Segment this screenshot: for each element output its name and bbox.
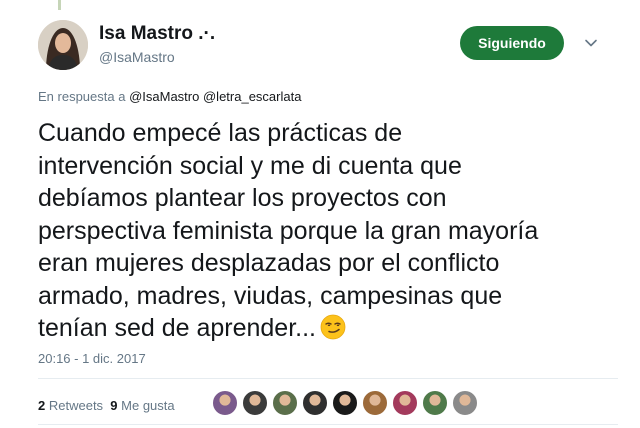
- author-name[interactable]: Isa Mastro .·.: [99, 23, 215, 45]
- tweet-timestamp[interactable]: 20:16 - 1 dic. 2017: [38, 351, 146, 366]
- divider: [38, 378, 618, 379]
- tweet-line: perspectiva feminista porque la gran may…: [38, 216, 539, 245]
- reply-prefix: En respuesta a: [38, 89, 126, 104]
- author-handle[interactable]: @IsaMastro: [99, 49, 175, 65]
- retweets-label: Retweets: [48, 398, 104, 413]
- tweet-line: Cuando empecé las prácticas de: [38, 119, 403, 147]
- tweet-text: Cuando empecé las prácticas de intervenc…: [38, 117, 618, 345]
- tweet-line: eran mujeres desplazadas por el conflict…: [38, 249, 500, 277]
- tweet-line: intervención social y me di cuenta que: [38, 151, 462, 180]
- likers-avatars: [212, 390, 482, 416]
- divider: [38, 424, 618, 425]
- retweets-count: 2: [38, 398, 46, 413]
- liker-avatar[interactable]: [392, 390, 418, 416]
- liker-avatar[interactable]: [362, 390, 388, 416]
- liker-avatar[interactable]: [242, 390, 268, 416]
- liker-avatar[interactable]: [452, 390, 478, 416]
- avatar[interactable]: [38, 20, 88, 70]
- liker-avatar[interactable]: [332, 390, 358, 416]
- retweets-stat[interactable]: 2 Retweets: [38, 398, 103, 413]
- chevron-down-icon[interactable]: [583, 35, 599, 51]
- following-button[interactable]: Siguiendo: [460, 26, 564, 60]
- tweet-line: debíamos plantear los proyectos con: [38, 184, 447, 212]
- thread-connector: [0, 0, 640, 10]
- tweet-line: armado, madres, viudas, campesinas que: [38, 281, 503, 310]
- tweet-last-line: tenían sed de aprender...: [38, 312, 618, 345]
- liker-avatar[interactable]: [212, 390, 238, 416]
- tweet-line: tenían sed de aprender...: [38, 314, 316, 342]
- likes-stat[interactable]: 9 Me gusta: [110, 398, 174, 413]
- reply-context: En respuesta a @IsaMastro @letra_escarla…: [38, 89, 301, 104]
- liker-avatar[interactable]: [422, 390, 448, 416]
- smirking-face-emoji: [320, 314, 346, 340]
- liker-avatar[interactable]: [302, 390, 328, 416]
- mention-link[interactable]: @IsaMastro: [129, 89, 199, 104]
- tweet-stats: 2 Retweets 9 Me gusta: [38, 398, 175, 413]
- likes-label: Me gusta: [121, 398, 175, 413]
- mention-link[interactable]: @letra_escarlata: [203, 89, 301, 104]
- liker-avatar[interactable]: [272, 390, 298, 416]
- likes-count: 9: [110, 398, 118, 413]
